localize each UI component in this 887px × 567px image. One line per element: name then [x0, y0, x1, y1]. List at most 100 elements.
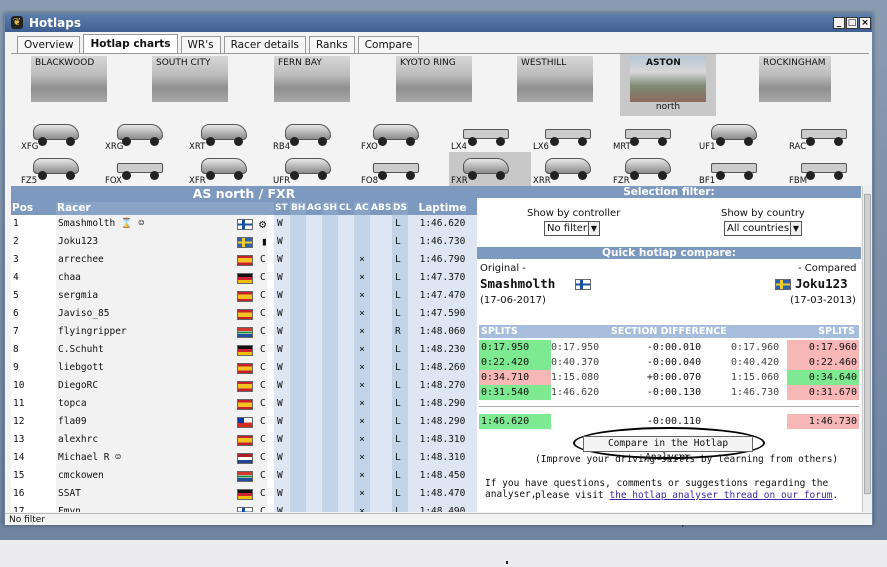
original-name[interactable]: Smashmolth — [480, 276, 555, 291]
tab-ranks[interactable]: Ranks — [308, 36, 355, 53]
col-abs[interactable]: ABS — [370, 202, 392, 215]
racer-name[interactable]: C.Schuht — [56, 341, 267, 359]
col-bh[interactable]: BH — [290, 202, 306, 215]
car-fbm[interactable]: FBM — [787, 152, 869, 186]
hotlap-analyser-button[interactable]: Compare in the Hotlap Analyser — [583, 436, 753, 463]
tab-wrs[interactable]: WR's — [180, 36, 221, 53]
table-row[interactable]: 4 chaa C W × L 1:47.370 — [11, 269, 477, 287]
table-row[interactable]: 2 Joku123 W L 1:46.730 ▮ — [11, 233, 477, 251]
table-row[interactable]: 16 SSAT C W × L 1:48.470 — [11, 485, 477, 503]
laptime-cell[interactable]: 1:48.260 — [408, 359, 477, 377]
laptime-cell[interactable]: 1:48.310 — [408, 449, 477, 467]
compared-name[interactable]: Joku123 — [795, 276, 848, 291]
minimize-icon[interactable]: _ — [833, 17, 845, 29]
racer-name[interactable]: Smashmolth ⌛ ☺ — [56, 215, 267, 233]
laptime-cell[interactable]: 1:46.790 — [408, 251, 477, 269]
table-row[interactable]: 11 topca C W × L 1:48.290 — [11, 395, 477, 413]
track-rockingham[interactable]: ROCKINGHAM — [759, 54, 855, 116]
col-ac[interactable]: AC — [354, 202, 370, 215]
car-lx6[interactable]: LX6 — [531, 118, 613, 152]
col-ag[interactable]: AG — [306, 202, 322, 215]
scrollbar-thumb[interactable] — [864, 194, 871, 494]
table-row[interactable]: 17 Fmyn C W × L 1:48.490 — [11, 503, 477, 512]
car-uf1[interactable]: UF1 — [697, 118, 779, 152]
racer-name[interactable]: cmckowen — [56, 467, 267, 485]
car-fo8[interactable]: FO8 — [359, 152, 441, 186]
col-st[interactable]: ST — [274, 202, 290, 215]
maximize-icon[interactable]: □ — [846, 17, 858, 29]
close-icon[interactable]: × — [859, 17, 871, 29]
racer-name[interactable]: sergmia — [56, 287, 267, 305]
tab-racer-details[interactable]: Racer details — [223, 36, 306, 53]
col-racer[interactable]: Racer — [56, 202, 274, 215]
laptime-cell[interactable]: 1:48.450 — [408, 467, 477, 485]
laptime-cell[interactable]: 1:48.470 — [408, 485, 477, 503]
laptime-cell[interactable]: 1:48.270 — [408, 377, 477, 395]
track-kyoto-ring[interactable]: KYOTO RING — [396, 54, 492, 116]
racer-name[interactable]: Joku123 — [56, 233, 267, 251]
laptime-cell[interactable]: 1:47.590 — [408, 305, 477, 323]
tab-overview[interactable]: Overview — [17, 36, 81, 53]
tab-compare[interactable]: Compare — [357, 36, 420, 53]
car-xfg[interactable]: XFG — [19, 118, 101, 152]
table-row[interactable]: 5 sergmia C W × L 1:47.470 — [11, 287, 477, 305]
car-rb4[interactable]: RB4 — [271, 118, 353, 152]
col-pos[interactable]: Pos — [11, 202, 56, 215]
col-ds[interactable]: DS — [392, 202, 408, 215]
table-row[interactable]: 1 Smashmolth ⌛ ☺ W L 1:46.620 ⚙ — [11, 215, 477, 233]
track-south-city[interactable]: SOUTH CITY — [152, 54, 248, 116]
car-fz5[interactable]: FZ5 — [19, 152, 101, 186]
car-xrr[interactable]: XRR — [531, 152, 613, 186]
laptime-cell[interactable]: 1:46.730 — [408, 233, 477, 251]
laptime-cell[interactable]: 1:48.310 — [408, 431, 477, 449]
car-bf1[interactable]: BF1 — [697, 152, 779, 186]
racer-name[interactable]: liebgott — [56, 359, 267, 377]
track-blackwood[interactable]: BLACKWOOD — [31, 54, 127, 116]
car-lx4[interactable]: LX4 — [449, 118, 531, 152]
table-row[interactable]: 6 Javiso_85 C W × L 1:47.590 — [11, 305, 477, 323]
car-rac[interactable]: RAC — [787, 118, 869, 152]
laptime-cell[interactable]: 1:48.490 — [408, 503, 477, 512]
col-laptime[interactable]: Laptime — [408, 202, 477, 215]
car-fzr[interactable]: FZR — [611, 152, 693, 186]
car-ufr[interactable]: UFR — [271, 152, 353, 186]
tab-hotlap-charts[interactable]: Hotlap charts — [83, 34, 178, 53]
laptime-cell[interactable]: 1:47.370 — [408, 269, 477, 287]
car-fxr[interactable]: FXR — [449, 152, 531, 186]
car-mrt[interactable]: MRT — [611, 118, 693, 152]
col-sh[interactable]: SH — [322, 202, 338, 215]
title-bar[interactable]: ❦ Hotlaps _ □ × — [5, 14, 872, 32]
car-xrt[interactable]: XRT — [187, 118, 269, 152]
forum-link[interactable]: the hotlap analyser thread on our forum — [609, 490, 832, 501]
car-fox[interactable]: FOX — [103, 152, 185, 186]
laptime-cell[interactable]: 1:48.290 — [408, 395, 477, 413]
track-aston[interactable]: ASTON north — [620, 54, 716, 116]
laptime-cell[interactable]: 1:48.290 — [408, 413, 477, 431]
table-row[interactable]: 15 cmckowen C W × L 1:48.450 — [11, 467, 477, 485]
laptime-cell[interactable]: 1:47.470 — [408, 287, 477, 305]
country-filter-select[interactable]: All countries ▼ — [724, 221, 802, 236]
table-row[interactable]: 12 fla09 C W × L 1:48.290 — [11, 413, 477, 431]
racer-name[interactable]: chaa — [56, 269, 267, 287]
racer-name[interactable]: flyingripper — [56, 323, 267, 341]
table-row[interactable]: 13 alexhrc C W × L 1:48.310 — [11, 431, 477, 449]
table-row[interactable]: 3 arrechee C W × L 1:46.790 — [11, 251, 477, 269]
racer-name[interactable]: Javiso_85 — [56, 305, 267, 323]
car-fxo[interactable]: FXO — [359, 118, 441, 152]
racer-name[interactable]: topca — [56, 395, 267, 413]
racer-name[interactable]: arrechee — [56, 251, 267, 269]
table-row[interactable]: 14 Michael R ☺ C W × L 1:48.310 — [11, 449, 477, 467]
racer-name[interactable]: Michael R ☺ — [56, 449, 267, 467]
laptime-cell[interactable]: 1:48.060 — [408, 323, 477, 341]
racer-name[interactable]: alexhrc — [56, 431, 267, 449]
laptime-cell[interactable]: 1:46.620 — [408, 215, 477, 233]
car-xrg[interactable]: XRG — [103, 118, 185, 152]
controller-filter-select[interactable]: No filter ▼ — [544, 221, 600, 236]
racer-name[interactable]: SSAT — [56, 485, 267, 503]
table-row[interactable]: 8 C.Schuht C W × L 1:48.230 — [11, 341, 477, 359]
track-westhill[interactable]: WESTHILL — [517, 54, 613, 116]
track-fern-bay[interactable]: FERN BAY — [274, 54, 370, 116]
vertical-scrollbar[interactable] — [862, 186, 872, 512]
table-row[interactable]: 10 DiegoRC C W × L 1:48.270 — [11, 377, 477, 395]
table-row[interactable]: 7 flyingripper C W × R 1:48.060 — [11, 323, 477, 341]
